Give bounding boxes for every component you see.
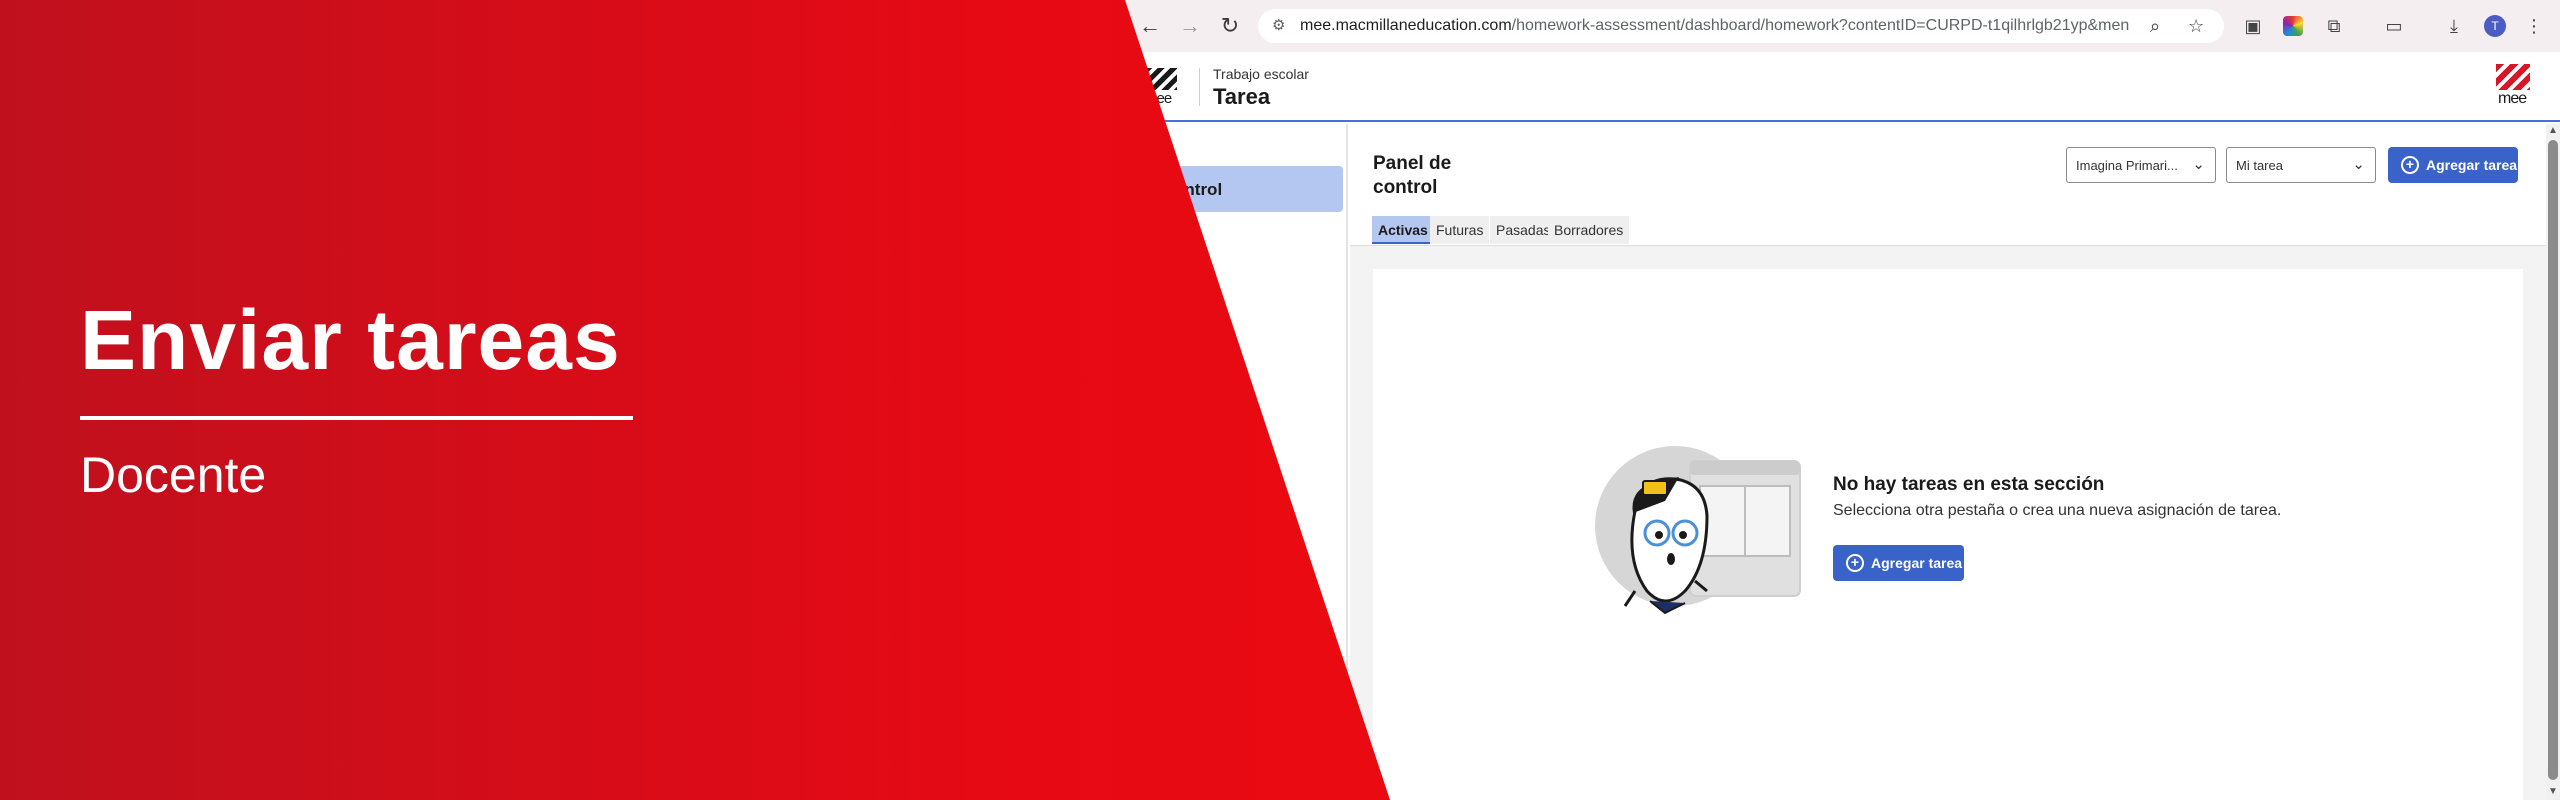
course-select[interactable]: Imagina Primari... ⌄ bbox=[2066, 147, 2216, 183]
empty-add-homework-button[interactable]: + Agregar tarea bbox=[1833, 545, 1964, 581]
plus-circle-icon: + bbox=[2401, 156, 2419, 174]
tab-search-icon[interactable]: ▭ bbox=[2382, 14, 2406, 38]
address-bar[interactable]: ⚙ mee.macmillaneducation.com/homework-as… bbox=[1258, 9, 2224, 43]
reload-icon[interactable]: ↻ bbox=[1218, 14, 1242, 38]
chevron-down-icon: ⌄ bbox=[2352, 156, 2365, 173]
zoom-icon[interactable]: ⌕ bbox=[2150, 16, 2160, 36]
mee-brand-logo: mee bbox=[2496, 64, 2530, 110]
extension-color-icon[interactable] bbox=[2283, 16, 2303, 36]
extensions-puzzle-icon[interactable]: ⧉ bbox=[2322, 14, 2346, 38]
scroll-up-icon[interactable]: ▲ bbox=[2548, 125, 2558, 136]
empty-state-title: No hay tareas en esta sección bbox=[1833, 474, 2105, 495]
empty-state-subtitle: Selecciona otra pestaña o crea una nueva… bbox=[1833, 502, 2282, 519]
back-icon[interactable]: ← bbox=[1138, 14, 1162, 38]
camera-icon[interactable]: ▣ bbox=[2241, 14, 2265, 38]
main-toolbar: Panel de control Imagina Primari... ⌄ Mi… bbox=[1350, 124, 2546, 246]
download-icon[interactable]: ⤓ bbox=[2442, 14, 2466, 38]
tab-active[interactable]: Activas bbox=[1372, 216, 1434, 244]
header-subtitle: Trabajo escolar bbox=[1213, 66, 1309, 82]
bookmark-star-icon[interactable]: ☆ bbox=[2188, 16, 2204, 36]
plus-circle-icon: + bbox=[1846, 554, 1864, 572]
forward-icon[interactable]: → bbox=[1178, 14, 1202, 38]
chevron-down-icon: ⌄ bbox=[2192, 156, 2205, 173]
banner-subtitle: Docente bbox=[80, 447, 267, 503]
scrollbar-thumb[interactable] bbox=[2548, 140, 2558, 780]
profile-avatar[interactable]: T bbox=[2484, 15, 2506, 37]
tab-future[interactable]: Futuras bbox=[1430, 216, 1490, 244]
banner-title: Enviar tareas bbox=[80, 293, 621, 387]
tab-past[interactable]: Pasadas bbox=[1490, 216, 1557, 244]
scroll-down-icon[interactable]: ▼ bbox=[2548, 786, 2558, 797]
site-info-icon[interactable]: ⚙ bbox=[1272, 17, 1290, 35]
tab-drafts[interactable]: Borradores bbox=[1548, 216, 1630, 244]
header-divider bbox=[1199, 68, 1200, 106]
banner-divider bbox=[80, 416, 633, 420]
filter-select[interactable]: Mi tarea ⌄ bbox=[2226, 147, 2376, 183]
empty-state-card: No hay tareas en esta sección Selecciona… bbox=[1373, 269, 2523, 800]
url-text: mee.macmillaneducation.com/homework-asse… bbox=[1300, 17, 2130, 34]
page-title: Tarea bbox=[1213, 84, 1271, 109]
main-content: Panel de control Imagina Primari... ⌄ Mi… bbox=[1350, 124, 2546, 800]
panel-title: Panel de control bbox=[1373, 153, 1452, 198]
empty-state-illustration bbox=[1595, 446, 1801, 615]
add-homework-button[interactable]: + Agregar tarea bbox=[2388, 147, 2518, 183]
menu-kebab-icon[interactable]: ⋮ bbox=[2522, 14, 2546, 38]
